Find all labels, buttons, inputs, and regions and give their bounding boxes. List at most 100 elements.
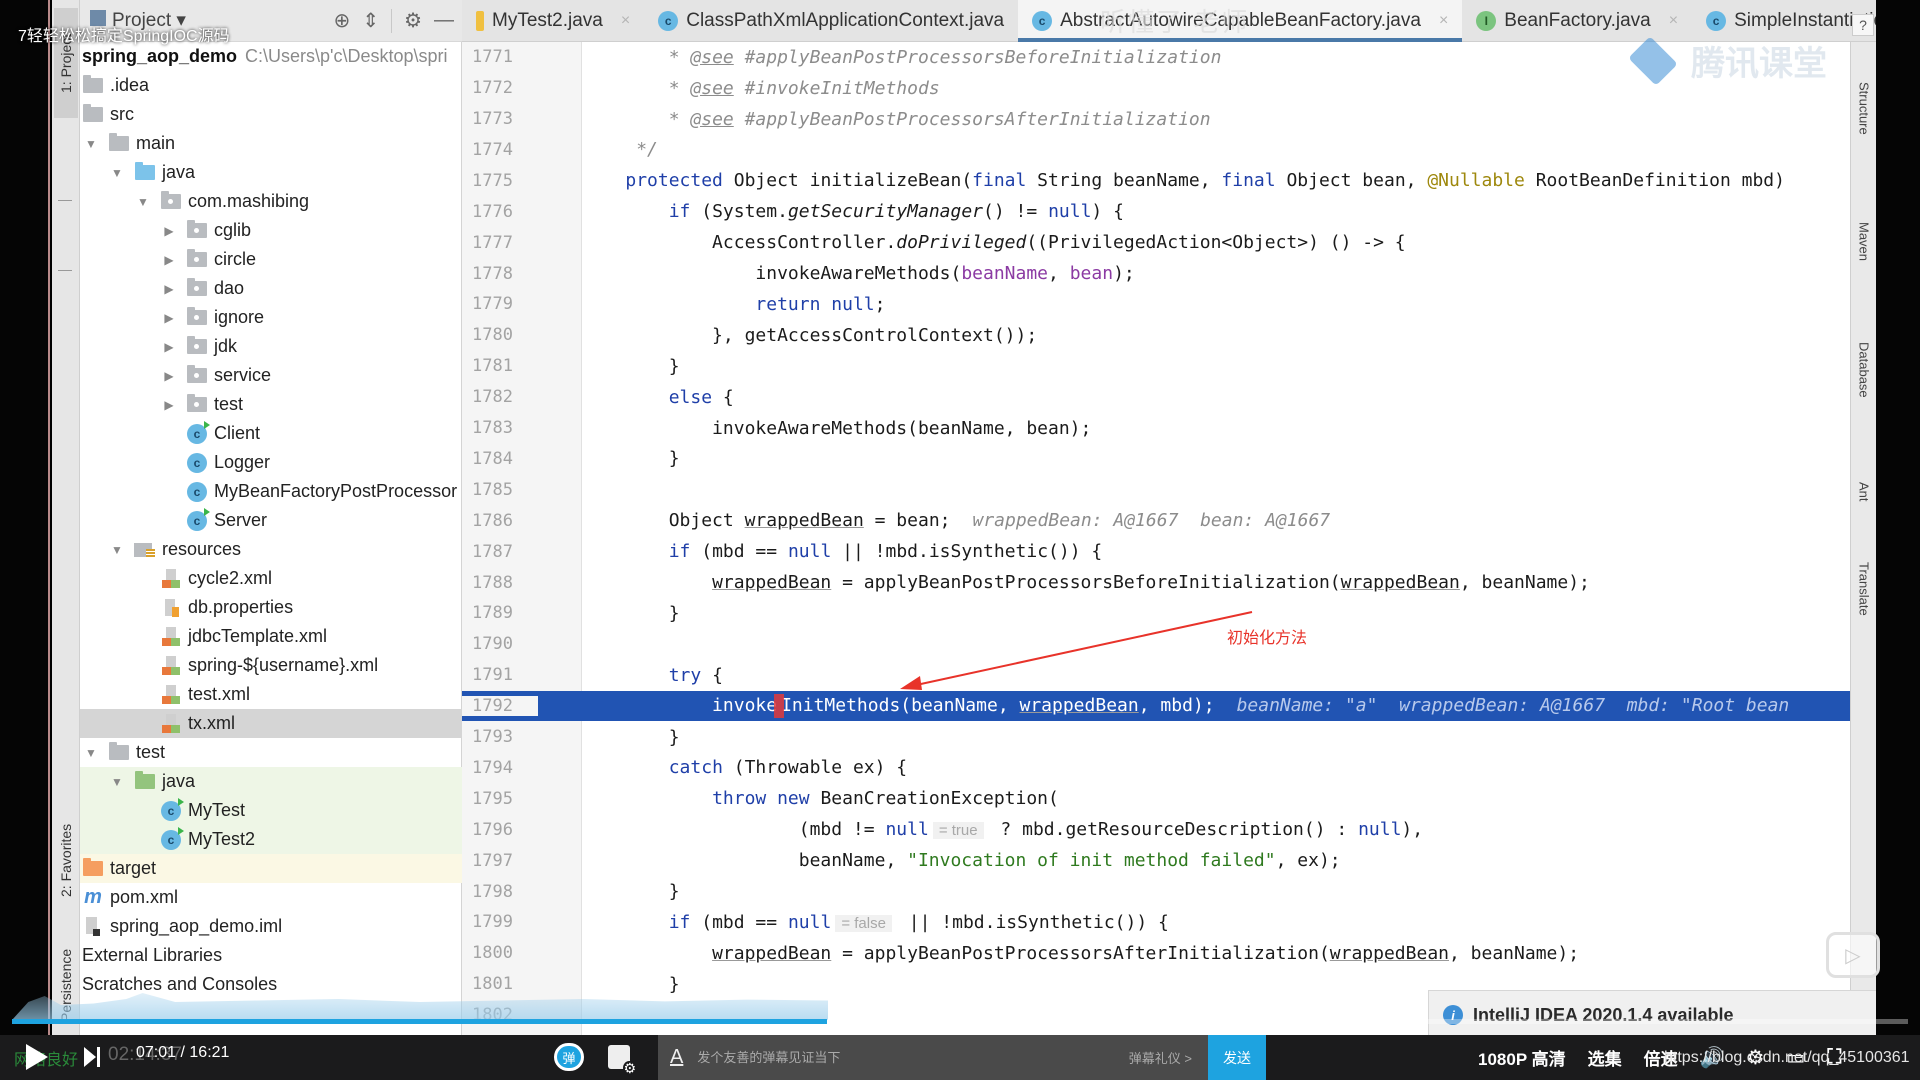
code-line[interactable]: 1797 beanName, "Invocation of init metho… [462, 845, 1876, 876]
expanded-arrow-icon[interactable]: ▼ [134, 195, 152, 209]
code-line[interactable]: 1798 } [462, 876, 1876, 907]
tab-classpathxmlapplicationcontext[interactable]: c ClassPathXmlApplicationContext.java [644, 0, 1018, 42]
code-line[interactable]: 1777 AccessController.doPrivileged((Priv… [462, 227, 1876, 258]
bilibili-tv-icon[interactable]: ▷ [1826, 932, 1880, 978]
line-number[interactable]: 1801 [462, 974, 538, 994]
code-line[interactable]: 1780 }, getAccessControlContext()); [462, 320, 1876, 351]
tree-item-cglib[interactable]: ▶ cglib [80, 216, 462, 245]
gear-icon[interactable]: ⚙ [404, 8, 422, 33]
line-number[interactable]: 1783 [462, 418, 538, 438]
collapsed-arrow-icon[interactable]: ▶ [160, 311, 178, 325]
collapsed-arrow-icon[interactable]: ▶ [160, 369, 178, 383]
line-number[interactable]: 1789 [462, 603, 538, 623]
minimize-icon[interactable]: — [434, 9, 454, 32]
tree-item-test[interactable]: ▼ test [80, 738, 462, 767]
progress-bar[interactable] [12, 1019, 1908, 1024]
line-number[interactable]: 1780 [462, 325, 538, 345]
danmaku-input[interactable] [697, 1050, 1129, 1065]
expanded-arrow-icon[interactable]: ▼ [108, 775, 126, 789]
tree-item-main[interactable]: ▼ main [80, 129, 462, 158]
close-icon[interactable]: × [1669, 12, 1678, 30]
code-line[interactable]: 1781 } [462, 351, 1876, 382]
tree-item-test-xml[interactable]: test.xml [80, 680, 462, 709]
code-line[interactable]: 1785 [462, 475, 1876, 506]
episodes-button[interactable]: 选集 [1588, 1045, 1622, 1070]
locate-icon[interactable]: ⊕ [334, 8, 351, 33]
code-line[interactable]: 1784 } [462, 444, 1876, 475]
expanded-arrow-icon[interactable]: ▼ [82, 746, 100, 760]
tree-item-test-package[interactable]: ▶ test [80, 390, 462, 419]
line-number[interactable]: 1784 [462, 449, 538, 469]
expanded-arrow-icon[interactable]: ▼ [82, 137, 100, 151]
tree-item-circle[interactable]: ▶ circle [80, 245, 462, 274]
code-line[interactable]: 1791 try { [462, 660, 1876, 691]
tree-item-pom-xml[interactable]: m pom.xml [80, 883, 462, 912]
danmaku-style-icon[interactable]: A [670, 1046, 683, 1069]
code-line[interactable]: 1793 } [462, 722, 1876, 753]
tree-item-cycle2-xml[interactable]: cycle2.xml [80, 564, 462, 593]
line-number[interactable]: 1787 [462, 542, 538, 562]
line-number[interactable]: 1785 [462, 480, 538, 500]
tree-item-idea[interactable]: .idea [80, 71, 462, 100]
code-line[interactable]: 1786 Object wrappedBean = bean; wrappedBe… [462, 506, 1876, 537]
collapsed-arrow-icon[interactable]: ▶ [160, 253, 178, 267]
code-line-execution-point[interactable]: 1792 invoke InitMethods(beanName, wrapped… [462, 690, 1876, 722]
line-number[interactable]: 1771 [462, 47, 538, 67]
tree-item-test-java[interactable]: ▼ java [80, 767, 462, 796]
help-icon[interactable]: ? [1852, 14, 1874, 36]
code-line[interactable]: 1773 * @see #applyBeanPostProcessorsAfte… [462, 104, 1876, 135]
line-number[interactable]: 1778 [462, 264, 538, 284]
tool-tab-maven[interactable]: Maven [1853, 222, 1875, 322]
line-number[interactable]: 1782 [462, 387, 538, 407]
line-number[interactable]: 1776 [462, 202, 538, 222]
code-line[interactable]: 1790 [462, 629, 1876, 660]
tree-item-spring-username-xml[interactable]: spring-${username}.xml [80, 651, 462, 680]
tree-item-dao[interactable]: ▶ dao [80, 274, 462, 303]
tree-item-jdk[interactable]: ▶ jdk [80, 332, 462, 361]
line-number[interactable]: 1795 [462, 789, 538, 809]
close-icon[interactable]: × [1439, 12, 1448, 30]
tree-item-ignore[interactable]: ▶ ignore [80, 303, 462, 332]
tree-item-client[interactable]: c Client [80, 419, 462, 448]
line-number[interactable]: 1790 [462, 634, 538, 654]
quality-selector[interactable]: 1080P 高清 [1478, 1045, 1566, 1070]
code-line[interactable]: 1783 invokeAwareMethods(beanName, bean); [462, 413, 1876, 444]
code-line[interactable]: 1776 if (System.getSecurityManager() != … [462, 197, 1876, 228]
expanded-arrow-icon[interactable]: ▼ [108, 543, 126, 557]
line-number[interactable]: 1786 [462, 511, 538, 531]
tree-item-service[interactable]: ▶ service [80, 361, 462, 390]
tool-tab-translate[interactable]: Translate [1853, 562, 1875, 672]
collapsed-arrow-icon[interactable]: ▶ [160, 224, 178, 238]
code-line[interactable]: 1799 if (mbd == null = false || !mbd.isSy… [462, 907, 1876, 938]
tree-root[interactable]: spring_aop_demo C:\Users\p'c\Desktop\spr… [80, 42, 462, 71]
code-line[interactable]: 1778 invokeAwareMethods(beanName, bean); [462, 258, 1876, 289]
line-number[interactable]: 1794 [462, 758, 538, 778]
tab-mytest2[interactable]: MyTest2.java × [462, 0, 644, 42]
line-number[interactable]: 1779 [462, 294, 538, 314]
close-icon[interactable]: × [621, 12, 630, 30]
expanded-arrow-icon[interactable]: ▼ [108, 166, 126, 180]
line-number[interactable]: 1772 [462, 78, 538, 98]
line-number[interactable]: 1774 [462, 140, 538, 160]
play-icon[interactable] [26, 1044, 48, 1070]
update-notification[interactable]: i IntelliJ IDEA 2020.1.4 available [1428, 990, 1876, 1035]
code-line[interactable]: 1779 return null; [462, 289, 1876, 320]
line-number[interactable]: 1793 [462, 727, 538, 747]
code-line[interactable]: 1795 throw new BeanCreationException( [462, 784, 1876, 815]
tree-item-java[interactable]: ▼ java [80, 158, 462, 187]
tool-tab-ant[interactable]: Ant [1853, 482, 1875, 542]
tool-tab-database[interactable]: Database [1853, 342, 1875, 462]
code-line[interactable]: 1774 */ [462, 135, 1876, 166]
line-number[interactable]: 1800 [462, 943, 538, 963]
line-number[interactable]: 1781 [462, 356, 538, 376]
line-number[interactable]: 1797 [462, 851, 538, 871]
collapsed-arrow-icon[interactable]: ▶ [160, 398, 178, 412]
line-number[interactable]: 1777 [462, 233, 538, 253]
tree-item-target[interactable]: target [80, 854, 462, 883]
tree-item-db-properties[interactable]: db.properties [80, 593, 462, 622]
send-button[interactable]: 发送 [1208, 1035, 1266, 1080]
tree-item-src[interactable]: src [80, 100, 462, 129]
tree-item-external-libraries[interactable]: External Libraries [80, 941, 462, 970]
code-line[interactable]: 1788 wrappedBean = applyBeanPostProcesso… [462, 567, 1876, 598]
tree-item-server[interactable]: c Server [80, 506, 462, 535]
